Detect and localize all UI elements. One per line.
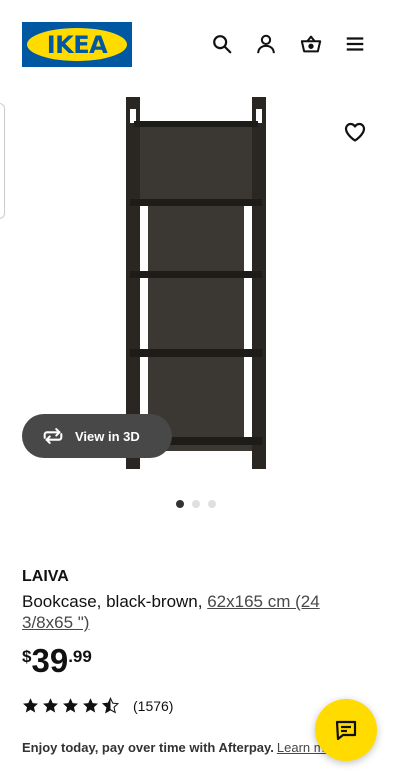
product-type: Bookcase, black-brown, <box>22 592 203 611</box>
site-header: IKEA <box>0 0 400 90</box>
basket-icon[interactable] <box>299 32 323 56</box>
product-price: $ 39 .99 <box>22 643 92 679</box>
afterpay-text: Enjoy today, pay over time with Afterpay… <box>22 740 274 755</box>
carousel-dot[interactable] <box>192 500 200 508</box>
chat-button[interactable] <box>315 699 377 761</box>
star-icon <box>102 697 119 714</box>
star-icon <box>43 698 58 713</box>
user-icon[interactable] <box>254 32 278 56</box>
rotate-3d-icon <box>43 428 63 444</box>
view-in-3d-button[interactable]: View in 3D <box>22 414 172 458</box>
favorite-heart-icon[interactable] <box>343 120 367 144</box>
review-count: (1576) <box>133 697 174 714</box>
star-icon <box>63 698 78 713</box>
price-currency: $ <box>22 647 32 666</box>
search-icon[interactable] <box>210 32 234 56</box>
carousel-dot[interactable] <box>176 500 184 508</box>
chat-icon <box>335 720 357 741</box>
afterpay-message: Enjoy today, pay over time with Afterpay… <box>22 740 343 755</box>
menu-icon[interactable] <box>343 32 367 56</box>
star-icon <box>23 698 38 713</box>
carousel-dot[interactable] <box>208 500 216 508</box>
carousel-dots <box>176 500 216 508</box>
price-integer: 39 <box>31 642 69 679</box>
rating[interactable]: (1576) <box>22 697 173 714</box>
product-name: LAIVA <box>22 568 69 585</box>
product-description: Bookcase, black-brown, 62x165 cm (24 3/8… <box>22 591 362 633</box>
rating-stars <box>22 697 119 714</box>
logo-text: IKEA <box>46 30 108 59</box>
price-decimals: .99 <box>68 647 92 666</box>
star-icon <box>83 698 98 713</box>
view-in-3d-label: View in 3D <box>75 428 140 444</box>
side-drawer-handle[interactable] <box>0 103 5 219</box>
ikea-logo[interactable]: IKEA <box>22 22 132 67</box>
